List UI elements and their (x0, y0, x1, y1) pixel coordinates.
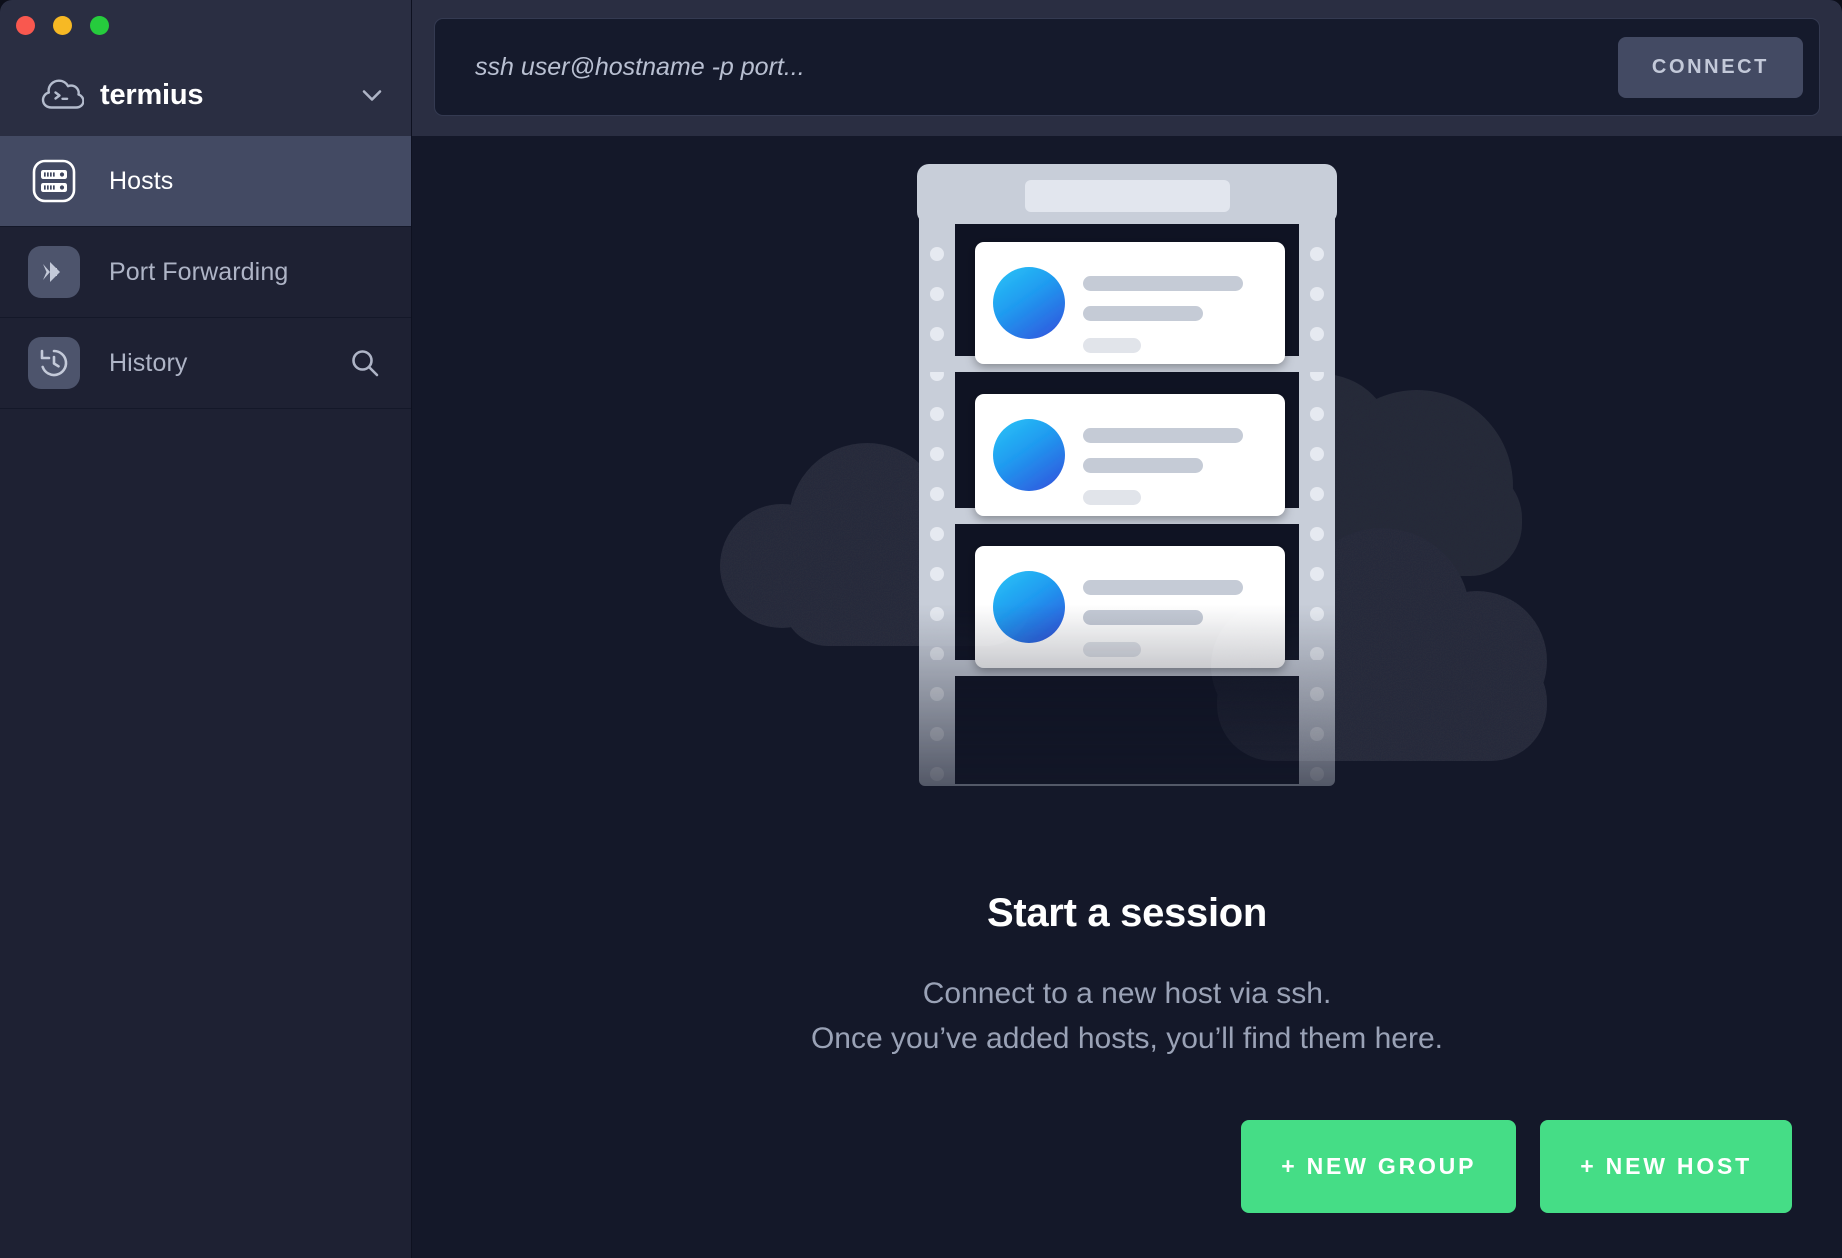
title-bar: termius (0, 0, 411, 136)
history-clock-icon (28, 337, 80, 389)
description-line-2: Once you’ve added hosts, you’ll find the… (810, 1022, 1444, 1055)
termius-window: termius Hosts Port Forwarding History ss… (0, 0, 1842, 1258)
sidebar: termius Hosts Port Forwarding History (0, 0, 412, 1258)
chevron-down-icon[interactable] (359, 82, 385, 108)
account-selector[interactable]: termius (0, 56, 411, 134)
sidebar-item-label-history: History (109, 348, 188, 377)
server-rack-illustration (412, 146, 1842, 886)
description-line-1: Connect to a new host via ssh. (922, 977, 1332, 1010)
sidebar-item-port-forwarding[interactable]: Port Forwarding (0, 227, 411, 318)
action-buttons: + NEW GROUP + NEW HOST (1241, 1120, 1792, 1213)
ssh-command-input[interactable] (475, 52, 1618, 82)
brand-title: termius (100, 78, 204, 111)
connect-bar: CONNECT (434, 18, 1820, 116)
empty-state-content: Start a session Connect to a new host vi… (412, 136, 1842, 1258)
traffic-light-controls[interactable] (16, 16, 109, 35)
main-area: CONNECT (412, 0, 1842, 1258)
cloud-terminal-icon (38, 72, 85, 118)
server-rack-icon (28, 155, 80, 207)
new-group-button[interactable]: + NEW GROUP (1241, 1120, 1517, 1213)
empty-state-description: Connect to a new host via ssh. Once you’… (412, 971, 1842, 1061)
page-title: Start a session (986, 891, 1268, 935)
sidebar-item-label-hosts: Hosts (109, 166, 174, 195)
zoom-window-button[interactable] (90, 16, 109, 35)
connect-button[interactable]: CONNECT (1617, 36, 1803, 98)
close-window-button[interactable] (16, 16, 35, 35)
search-icon[interactable] (349, 347, 381, 379)
new-host-button[interactable]: + NEW HOST (1540, 1120, 1792, 1213)
minimize-window-button[interactable] (53, 16, 72, 35)
forward-arrow-icon (28, 246, 80, 298)
top-bar: CONNECT (412, 0, 1842, 136)
sidebar-item-label-port-forwarding: Port Forwarding (109, 257, 289, 286)
sidebar-item-hosts[interactable]: Hosts (0, 136, 411, 227)
sidebar-item-history[interactable]: History (0, 318, 411, 409)
